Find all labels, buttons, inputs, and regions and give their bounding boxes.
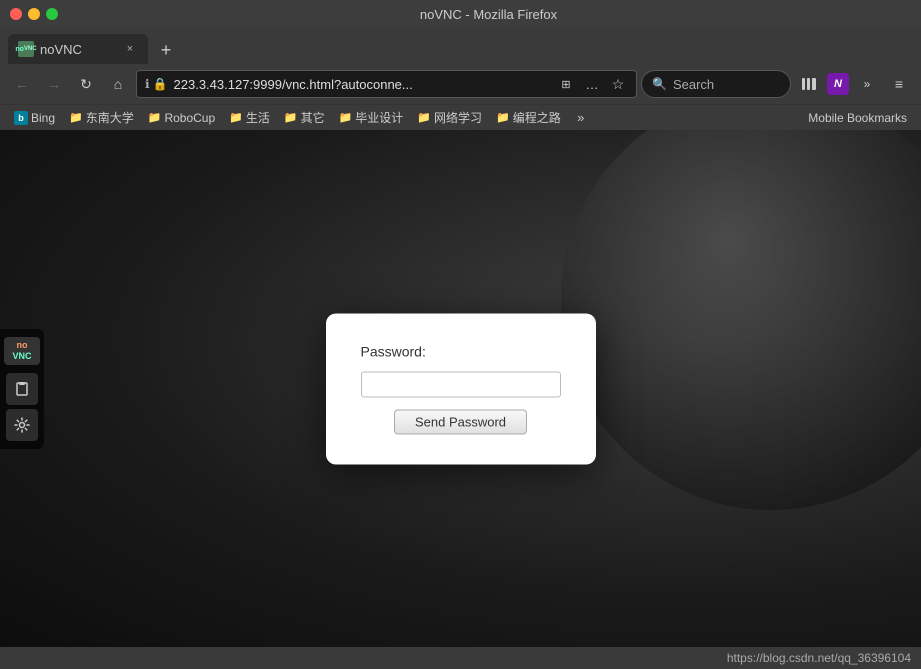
close-button[interactable] [10,8,22,20]
bookmark-label: 编程之路 [513,109,561,126]
search-icon: 🔍 [652,77,667,91]
password-label: Password: [361,343,561,359]
bookmark-label: 其它 [301,109,325,126]
title-bar: noVNC - Mozilla Firefox [0,0,921,28]
url-text: 223.3.43.127:9999/vnc.html?autoconne... [174,77,550,92]
active-tab[interactable]: no VNC noVNC × [8,34,148,64]
folder-icon: 📁 [496,111,510,124]
bookmark-thesis[interactable]: 📁 毕业设计 [333,107,410,128]
bookmark-label: 生活 [246,109,270,126]
more-button[interactable]: … [582,70,602,98]
new-tab-button[interactable]: + [152,36,180,64]
home-button[interactable]: ⌂ [104,70,132,98]
bookmark-bing[interactable]: b Bing [8,109,61,127]
folder-icon: 📁 [417,111,431,124]
settings-icon [14,417,30,433]
vnc-logo-no: no [12,340,31,351]
bookmark-label: 东南大学 [86,109,134,126]
bookmarks-bar: b Bing 📁 东南大学 📁 RoboCup 📁 生活 📁 其它 📁 毕业设计… [0,104,921,130]
bookmark-other[interactable]: 📁 其它 [278,107,331,128]
vnc-sidebar: no VNC [0,329,44,449]
folder-icon: 📁 [284,111,298,124]
qr-button[interactable]: ⊞ [556,70,576,98]
lock-icon: 🔒 [153,77,168,91]
tab-label: noVNC [40,42,116,57]
onenote-button[interactable]: N [827,73,849,95]
password-dialog: Password: Send Password [326,313,596,464]
vnc-logo-text: VNC [12,351,31,362]
window-title: noVNC - Mozilla Firefox [66,7,911,22]
back-button[interactable]: ← [8,70,36,98]
main-content: no VNC Password: Send Password [0,130,921,647]
toolbar: ← → ↻ ⌂ ℹ 🔒 223.3.43.127:9999/vnc.html?a… [0,64,921,104]
forward-button[interactable]: → [40,70,68,98]
browser-window: noVNC - Mozilla Firefox no VNC noVNC × +… [0,0,921,669]
bing-icon: b [14,111,28,125]
bookmark-label: RoboCup [164,111,215,125]
bookmark-life[interactable]: 📁 生活 [223,107,276,128]
folder-icon: 📁 [229,111,243,124]
minimize-button[interactable] [28,8,40,20]
security-indicator: ℹ 🔒 [145,77,168,91]
bookmark-label: 网络学习 [434,109,482,126]
status-url: https://blog.csdn.net/qq_36396104 [727,651,911,665]
mobile-bookmarks-button[interactable]: Mobile Bookmarks [802,109,913,127]
url-bar[interactable]: ℹ 🔒 223.3.43.127:9999/vnc.html?autoconne… [136,70,637,98]
traffic-lights [10,8,58,20]
send-password-button[interactable]: Send Password [394,409,527,434]
tab-favicon: no VNC [18,41,34,57]
bookmark-label: 毕业设计 [355,109,403,126]
overflow-button[interactable]: » [853,70,881,98]
vnc-logo: no VNC [4,337,40,365]
folder-icon: 📁 [69,111,83,124]
bing-label: Bing [31,111,55,125]
info-icon: ℹ [145,77,150,91]
status-bar: https://blog.csdn.net/qq_36396104 [0,647,921,669]
clipboard-icon [14,381,30,397]
tab-close-button[interactable]: × [122,41,138,57]
bookmark-coding[interactable]: 📁 编程之路 [490,107,567,128]
bookmarks-overflow-button[interactable]: » [571,108,591,128]
library-button[interactable] [795,70,823,98]
search-bar[interactable]: 🔍 Search [641,70,791,98]
reload-button[interactable]: ↻ [72,70,100,98]
library-icon [801,76,817,92]
tab-bar: no VNC noVNC × + [0,28,921,64]
vnc-sidebar-clipboard-button[interactable] [6,373,38,405]
bookmark-star-button[interactable]: ☆ [608,70,628,98]
password-input[interactable] [361,371,561,397]
bookmark-network[interactable]: 📁 网络学习 [411,107,488,128]
menu-button[interactable]: ≡ [885,70,913,98]
bookmark-dongnan[interactable]: 📁 东南大学 [63,107,140,128]
bookmark-robocup[interactable]: 📁 RoboCup [142,109,221,127]
vnc-sidebar-settings-button[interactable] [6,409,38,441]
maximize-button[interactable] [46,8,58,20]
folder-icon: 📁 [339,111,353,124]
folder-icon: 📁 [148,111,162,124]
search-placeholder: Search [673,77,714,92]
